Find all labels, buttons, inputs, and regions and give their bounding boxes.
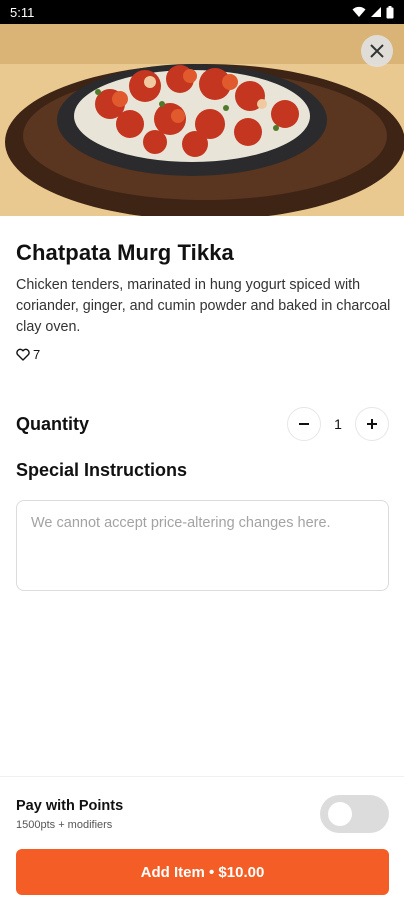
status-time: 5:11: [10, 4, 35, 20]
dish-photo: [0, 24, 404, 216]
quantity-label: Quantity: [16, 413, 90, 434]
bottom-panel: Pay with Points 1500pts + modifiers Add …: [0, 776, 404, 900]
item-title: Chatpata Murg Tikka: [16, 240, 234, 265]
quantity-stepper: 1: [287, 407, 389, 441]
pay-with-points-toggle[interactable]: [320, 795, 389, 833]
signal-icon: [371, 7, 381, 17]
wifi-icon: [352, 6, 366, 17]
heart-icon: [16, 348, 30, 361]
special-instructions-label: Special Instructions: [16, 460, 188, 480]
likes[interactable]: 7: [16, 347, 40, 362]
likes-count: 7: [33, 347, 41, 362]
toggle-knob: [328, 802, 352, 826]
decrease-quantity-button[interactable]: [287, 407, 321, 441]
item-description: Chicken tenders, marinated in hung yogur…: [16, 277, 391, 335]
status-bar: 5:11: [0, 0, 404, 24]
close-icon: [370, 44, 384, 58]
quantity-row: Quantity 1: [16, 407, 389, 441]
add-item-button[interactable]: Add Item • $10.00: [16, 849, 389, 895]
special-instructions-box: [16, 500, 389, 591]
status-icons: [352, 5, 394, 19]
plus-icon: [367, 419, 377, 429]
special-instructions-input[interactable]: [31, 513, 374, 578]
battery-icon: [386, 5, 394, 18]
quantity-value: 1: [334, 416, 342, 432]
pay-with-points-label: Pay with Points: [16, 798, 124, 814]
minus-icon: [299, 423, 309, 425]
increase-quantity-button[interactable]: [355, 407, 389, 441]
close-button[interactable]: [361, 35, 393, 67]
pay-with-points-subtitle: 1500pts + modifiers: [16, 819, 113, 831]
